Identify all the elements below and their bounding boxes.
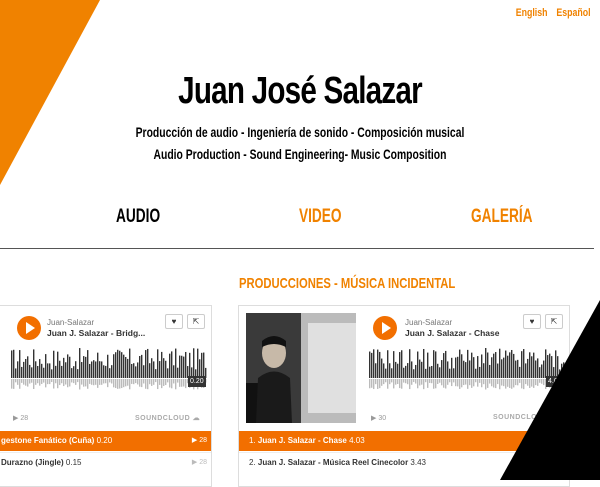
language-switcher: English Español — [510, 7, 591, 19]
soundcloud-player-1: Juan-Salazar Juan J. Salazar - Bridg... … — [0, 305, 212, 487]
player-user[interactable]: Juan-Salazar — [47, 318, 94, 327]
share-button[interactable]: ⇱ — [187, 314, 205, 329]
playlist-row-active[interactable]: gestone Fanático (Cuña) 0.20 ▶ 28 — [0, 431, 211, 451]
play-button[interactable] — [373, 316, 397, 340]
player-user[interactable]: Juan-Salazar — [405, 318, 452, 327]
soundcloud-logo[interactable]: SOUNDCLOUD ☁ — [135, 414, 200, 422]
play-count: ▶ 30 — [371, 415, 387, 422]
nav-galeria[interactable]: GALERÍA — [471, 206, 533, 228]
lang-espanol-link[interactable]: Español — [557, 7, 591, 19]
share-icon: ⇱ — [192, 317, 200, 326]
heart-icon: ♥ — [171, 317, 177, 326]
play-button[interactable] — [17, 316, 41, 340]
like-button[interactable]: ♥ — [165, 314, 183, 329]
subtitle-spanish: Producción de audio - Ingeniería de soni… — [135, 124, 465, 140]
track-artwork[interactable] — [246, 313, 356, 423]
lang-english-link[interactable]: English — [516, 7, 548, 19]
play-count: ▶ 28 — [13, 415, 29, 422]
page-title: Juan José Salazar — [178, 70, 423, 112]
player-track-title[interactable]: Juan J. Salazar - Chase — [405, 328, 500, 338]
playlist-row[interactable]: Durazno (Jingle) 0.15 ▶ 28 — [0, 452, 211, 473]
soundcloud-cloud-icon: ☁ — [192, 415, 201, 422]
player-track-title[interactable]: Juan J. Salazar - Bridg... — [47, 328, 145, 338]
nav-video[interactable]: VIDEO — [299, 206, 342, 228]
nav-divider — [0, 248, 594, 249]
subtitle-english: Audio Production - Sound Engineering- Mu… — [153, 146, 447, 162]
waveform[interactable] — [11, 348, 207, 392]
nav-audio[interactable]: AUDIO — [116, 206, 160, 228]
decorative-black-triangle — [500, 300, 600, 480]
track-duration: 0.20 — [188, 376, 206, 387]
section-title: PRODUCCIONES - MÚSICA INCIDENTAL — [239, 275, 456, 292]
